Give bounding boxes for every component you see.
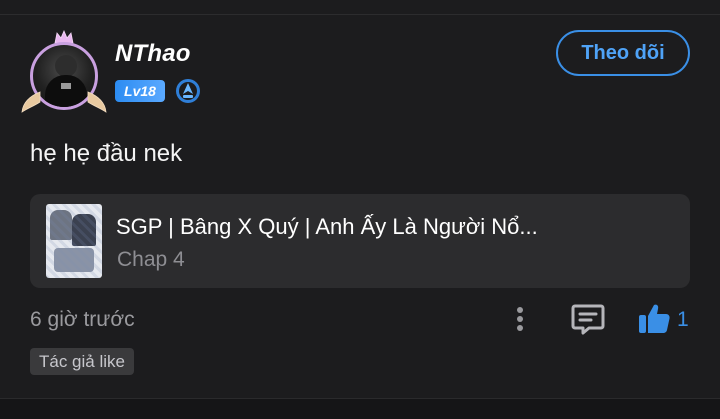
author-name[interactable]: NThao — [115, 40, 191, 68]
author-liked-tag: Tác giả like — [30, 348, 134, 375]
comment-icon[interactable] — [570, 302, 606, 336]
story-cover-image — [46, 204, 102, 278]
bottom-divider — [0, 398, 720, 419]
avatar-frame-wing-icon — [21, 91, 41, 113]
linked-story-card[interactable]: SGP | Bâng X Quý | Anh Ấy Là Người Nổ...… — [30, 194, 690, 288]
rank-emblem-icon — [176, 79, 200, 103]
avatar-frame-wing-icon — [87, 91, 107, 113]
avatar[interactable] — [21, 30, 107, 116]
top-divider — [0, 14, 720, 15]
follow-button[interactable]: Theo dõi — [556, 30, 690, 76]
like-count: 1 — [677, 308, 689, 331]
level-badge: Lv18 — [115, 80, 165, 102]
story-title: SGP | Bâng X Quý | Anh Ấy Là Người Nổ... — [116, 214, 538, 239]
thumbs-up-icon[interactable] — [636, 302, 672, 336]
post-timestamp: 6 giờ trước — [30, 308, 135, 331]
story-chapter: Chap 4 — [117, 248, 185, 271]
more-vertical-icon[interactable] — [508, 302, 532, 336]
post-content: hẹ hẹ đầu nek — [30, 140, 183, 167]
